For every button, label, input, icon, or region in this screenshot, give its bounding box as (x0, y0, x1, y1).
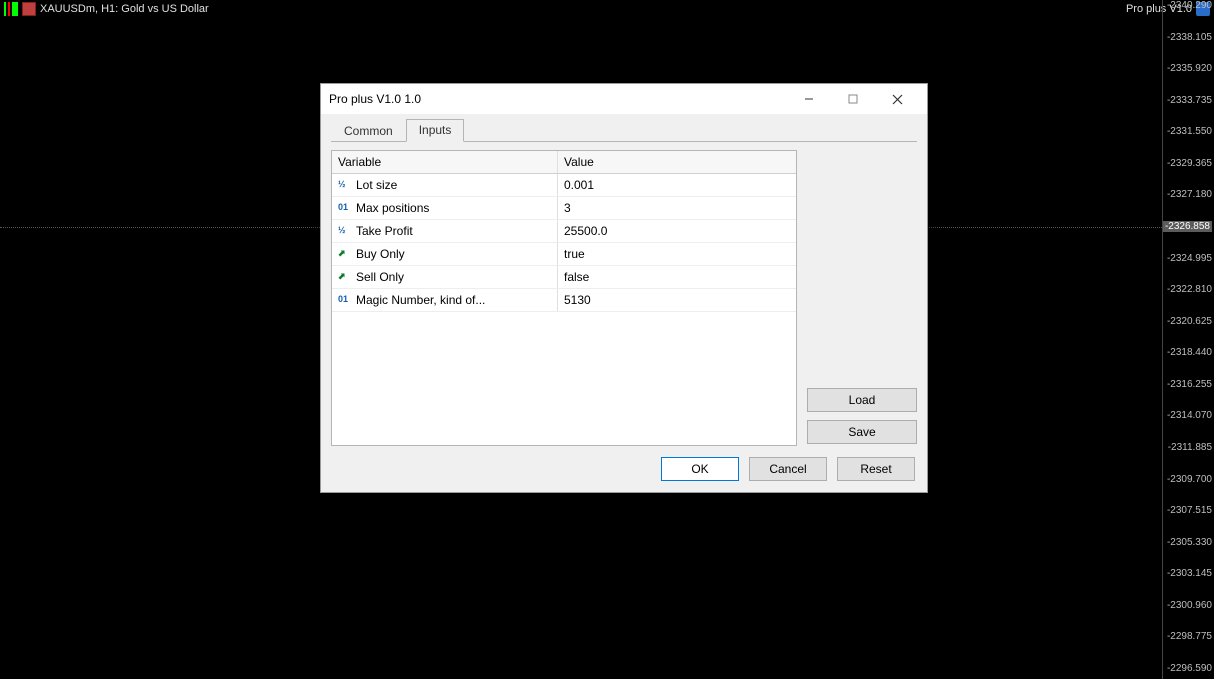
price-tick: -2305.330 (1167, 537, 1212, 548)
expert-advisor-icon (22, 2, 36, 16)
ea-properties-dialog: Pro plus V1.0 1.0 Common Inputs Variable… (320, 83, 928, 493)
chart-symbol-title: XAUUSDm, H1: Gold vs US Dollar (40, 3, 209, 15)
input-row[interactable]: 01 Max positions 3 (332, 197, 796, 220)
input-variable-value[interactable]: false (558, 266, 796, 288)
price-tick: -2318.440 (1167, 347, 1212, 358)
close-button[interactable] (875, 85, 919, 113)
price-tick: -2329.365 (1167, 158, 1212, 169)
input-row[interactable]: 01 Magic Number, kind of... 5130 (332, 289, 796, 312)
inputs-table-body: ½ Lot size 0.001 01 Max positions 3 ½ Take Prof… (332, 174, 796, 312)
price-tick: -2303.145 (1167, 568, 1212, 579)
tab-inputs[interactable]: Inputs (406, 119, 465, 142)
price-tick: -2320.625 (1167, 316, 1212, 327)
candlestick-icon (4, 2, 18, 16)
minimize-button[interactable] (787, 85, 831, 113)
input-row[interactable]: ⬈ Buy Only true (332, 243, 796, 266)
price-tick: -2331.550 (1167, 126, 1212, 137)
input-variable-value[interactable]: 3 (558, 197, 796, 219)
maximize-button[interactable] (831, 85, 875, 113)
save-button[interactable]: Save (807, 420, 917, 444)
dialog-titlebar[interactable]: Pro plus V1.0 1.0 (321, 84, 927, 114)
price-tick: -2340.290 (1167, 0, 1212, 11)
price-tick: -2333.735 (1167, 95, 1212, 106)
price-tick: -2327.180 (1167, 189, 1212, 200)
tab-common[interactable]: Common (331, 120, 406, 142)
half-type-icon: ½ (338, 225, 352, 237)
reset-button[interactable]: Reset (837, 457, 915, 481)
load-button[interactable]: Load (807, 388, 917, 412)
input-variable-value[interactable]: 5130 (558, 289, 796, 311)
input-variable-name: Magic Number, kind of... (356, 293, 485, 307)
ok-button[interactable]: OK (661, 457, 739, 481)
price-tick: -2314.070 (1167, 410, 1212, 421)
int-type-icon: 01 (338, 202, 352, 214)
price-tick: -2324.995 (1167, 253, 1212, 264)
input-variable-name: Lot size (356, 178, 397, 192)
half-type-icon: ½ (338, 179, 352, 191)
input-variable-value[interactable]: true (558, 243, 796, 265)
input-row[interactable]: ½ Take Profit 25500.0 (332, 220, 796, 243)
input-variable-name: Sell Only (356, 270, 404, 284)
price-axis: -2340.290 -2338.105 -2335.920 -2333.735 -233… (1162, 0, 1214, 679)
column-header-variable[interactable]: Variable (332, 151, 558, 173)
price-tick: -2307.515 (1167, 505, 1212, 516)
price-tick: -2335.920 (1167, 63, 1212, 74)
price-tick: -2296.590 (1167, 663, 1212, 674)
input-variable-value[interactable]: 0.001 (558, 174, 796, 196)
price-tick: -2338.105 (1167, 32, 1212, 43)
input-variable-name: Take Profit (356, 224, 413, 238)
chart-title-bar: XAUUSDm, H1: Gold vs US Dollar Pro plus … (0, 0, 1214, 18)
price-tick: -2311.885 (1168, 442, 1212, 453)
input-variable-name: Buy Only (356, 247, 405, 261)
bool-type-icon: ⬈ (338, 248, 352, 260)
column-header-value[interactable]: Value (558, 151, 796, 173)
bool-type-icon: ⬈ (338, 271, 352, 283)
inputs-table[interactable]: Variable Value ½ Lot size 0.001 01 Max posit… (331, 150, 797, 446)
input-variable-name: Max positions (356, 201, 429, 215)
input-variable-value[interactable]: 25500.0 (558, 220, 796, 242)
dialog-title: Pro plus V1.0 1.0 (329, 92, 421, 106)
input-row[interactable]: ⬈ Sell Only false (332, 266, 796, 289)
dialog-footer: OK Cancel Reset (321, 446, 927, 492)
price-tick: -2322.810 (1167, 284, 1212, 295)
int-type-icon: 01 (338, 294, 352, 306)
input-row[interactable]: ½ Lot size 0.001 (332, 174, 796, 197)
price-tick: -2298.775 (1167, 631, 1212, 642)
price-tick: -2309.700 (1167, 474, 1212, 485)
cancel-button[interactable]: Cancel (749, 457, 827, 481)
price-tick: -2300.960 (1167, 600, 1212, 611)
price-tick: -2316.255 (1167, 379, 1212, 390)
price-tick: -2326.858 (1163, 221, 1212, 232)
inputs-table-header: Variable Value (332, 151, 796, 174)
tabstrip: Common Inputs (331, 120, 917, 142)
